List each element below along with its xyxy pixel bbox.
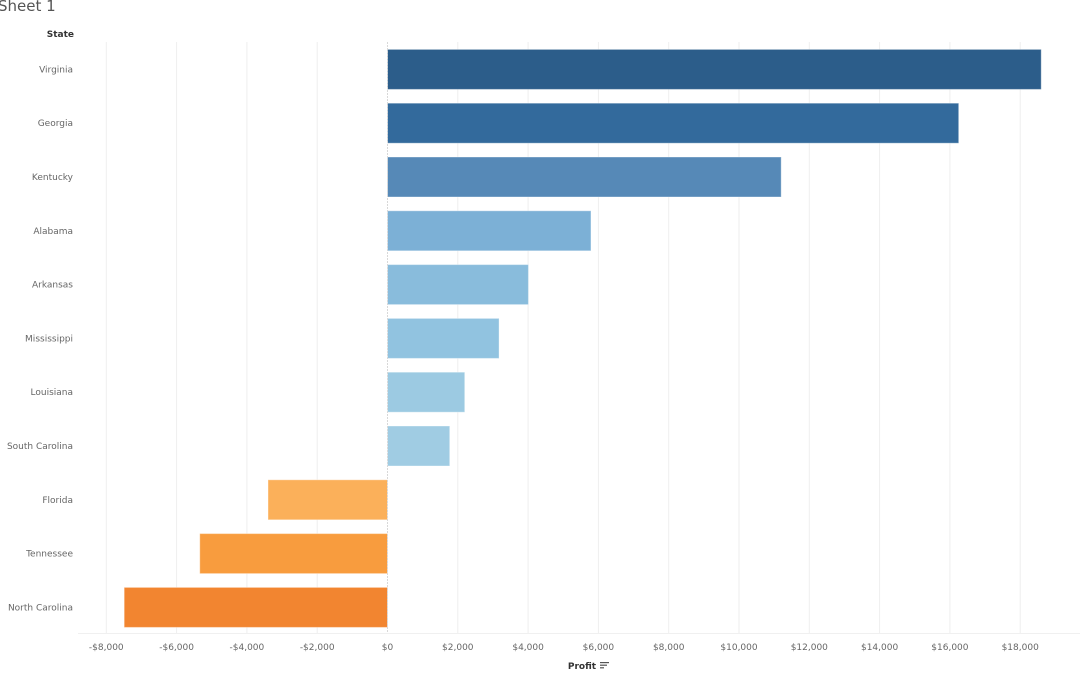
x-axis-title[interactable]: Profit [568, 662, 597, 672]
x-tick-label: $0 [382, 643, 394, 653]
row-labels: Virginia Georgia Kentucky Alabama Arkansas Mi… [7, 65, 74, 613]
x-axis-ticks: -$8,000 -$6,000 -$4,000 -$2,000 $0 $2,000 $4,0… [89, 643, 1039, 653]
x-tick-label: $10,000 [720, 643, 757, 653]
sort-icon-line [600, 664, 607, 666]
x-tick-label: $18,000 [1002, 643, 1039, 653]
x-tick-label: -$2,000 [300, 643, 335, 653]
bar-kentucky[interactable] [387, 156, 782, 198]
row-label[interactable]: Mississippi [25, 334, 73, 344]
bar-chart: Virginia Georgia Kentucky Alabama Arkansas Mi… [7, 42, 1080, 672]
row-label[interactable]: Georgia [38, 119, 73, 129]
bar-south-carolina[interactable] [387, 425, 451, 467]
row-label[interactable]: South Carolina [7, 442, 73, 452]
row-label[interactable]: Alabama [33, 227, 73, 237]
bar-georgia[interactable] [387, 102, 960, 144]
bars [123, 48, 1042, 628]
x-tick-label: $12,000 [791, 643, 828, 653]
row-label[interactable]: Kentucky [32, 173, 74, 183]
sort-icon-line [600, 662, 609, 664]
row-label[interactable]: Tennessee [25, 550, 73, 560]
sort-icon-line [600, 667, 604, 669]
x-tick-label: -$6,000 [159, 643, 194, 653]
x-tick-label: $14,000 [861, 643, 898, 653]
x-tick-label: -$4,000 [230, 643, 265, 653]
sort-descending-icon[interactable] [600, 662, 609, 669]
x-tick-label: $4,000 [512, 643, 544, 653]
x-tick-label: $16,000 [931, 643, 968, 653]
bar-florida[interactable] [267, 479, 388, 521]
bar-north-carolina[interactable] [123, 586, 389, 628]
row-label[interactable]: Florida [42, 496, 73, 506]
x-tick-label: $8,000 [653, 643, 685, 653]
row-label[interactable]: Arkansas [32, 281, 73, 291]
bar-louisiana[interactable] [387, 371, 466, 413]
bar-virginia[interactable] [387, 48, 1042, 90]
bar-tennessee[interactable] [199, 533, 388, 575]
x-tick-label: -$8,000 [89, 643, 124, 653]
row-label[interactable]: North Carolina [8, 603, 73, 613]
x-tick-label: $6,000 [583, 643, 615, 653]
bar-alabama[interactable] [387, 210, 592, 252]
row-label[interactable]: Virginia [39, 65, 73, 75]
x-tick-label: $2,000 [442, 643, 474, 653]
bar-mississippi[interactable] [387, 317, 500, 359]
row-label[interactable]: Louisiana [31, 388, 74, 398]
bar-arkansas[interactable] [387, 264, 529, 306]
